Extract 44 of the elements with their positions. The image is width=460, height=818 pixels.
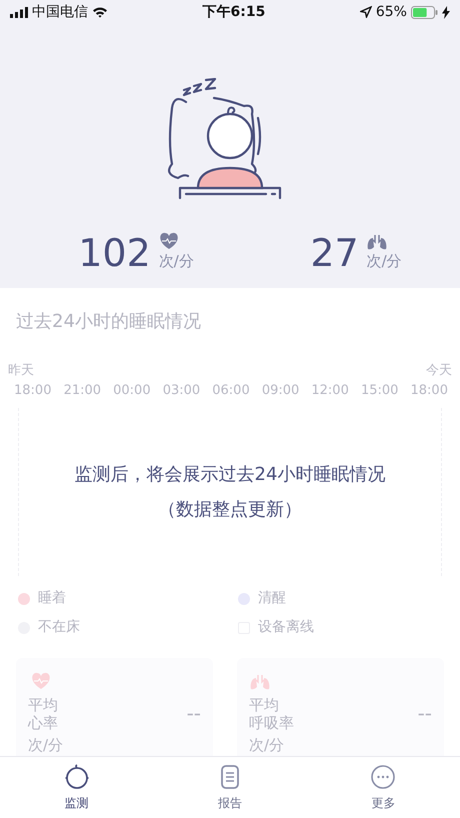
more-icon [369,763,398,791]
section-title: 过去24小时的睡眠情况 [15,310,202,334]
unit-label: 次/分 [28,736,64,754]
time-tick: 21:00 [64,382,102,400]
location-arrow-icon [360,6,372,18]
time-tick: 06:00 [212,382,250,400]
stat-label: 平均 [28,696,59,714]
unit-label: 次/分 [158,250,194,272]
legend-label: 设备离线 [258,618,314,637]
signal-icon [10,6,28,18]
stat-value: -- [186,701,202,725]
time-tick: 18:00 [410,382,448,400]
day-label: 昨天 [8,362,34,380]
update-note: （数据整点更新） [158,498,302,522]
legend-label: 不在床 [38,618,80,637]
lungs-icon [249,672,272,690]
time-tick: 15:00 [360,382,398,400]
tab-item[interactable]: 监测 [42,759,111,816]
unit-label: 次/分 [249,736,286,754]
legend-label: 清醒 [258,589,286,608]
tab-item[interactable]: 报告 [196,759,264,816]
time-tick: 00:00 [113,382,151,400]
stat-label: 平均 [249,696,280,714]
legend-label: 睡着 [38,589,66,608]
time-tick: 18:00 [14,382,52,400]
stat-value: -- [418,701,432,725]
heart-rate-icon [158,232,179,250]
clock-time: 下午6:15 [202,2,266,22]
time-tick: 09:00 [262,382,300,400]
time-tick: 03:00 [162,382,200,400]
battery-percent: 65% [376,2,407,22]
heart-rate-value: 102 [78,234,151,272]
breath-rate-value: 27 [310,234,359,272]
time-tick: 12:00 [311,382,349,400]
stat-label: 呼吸率 [249,714,294,732]
day-label: 今天 [426,362,452,380]
battery-icon [410,6,438,18]
unit-label: 次/分 [366,250,402,272]
wifi-icon [92,6,108,18]
baby-face-icon [62,763,91,791]
tab-item[interactable]: 更多 [349,759,418,816]
carrier-name: 中国电信 [32,2,88,22]
stat-label: 心率 [28,714,59,732]
empty-message: 监测后，将会展示过去24小时睡眠情况 [74,463,386,487]
